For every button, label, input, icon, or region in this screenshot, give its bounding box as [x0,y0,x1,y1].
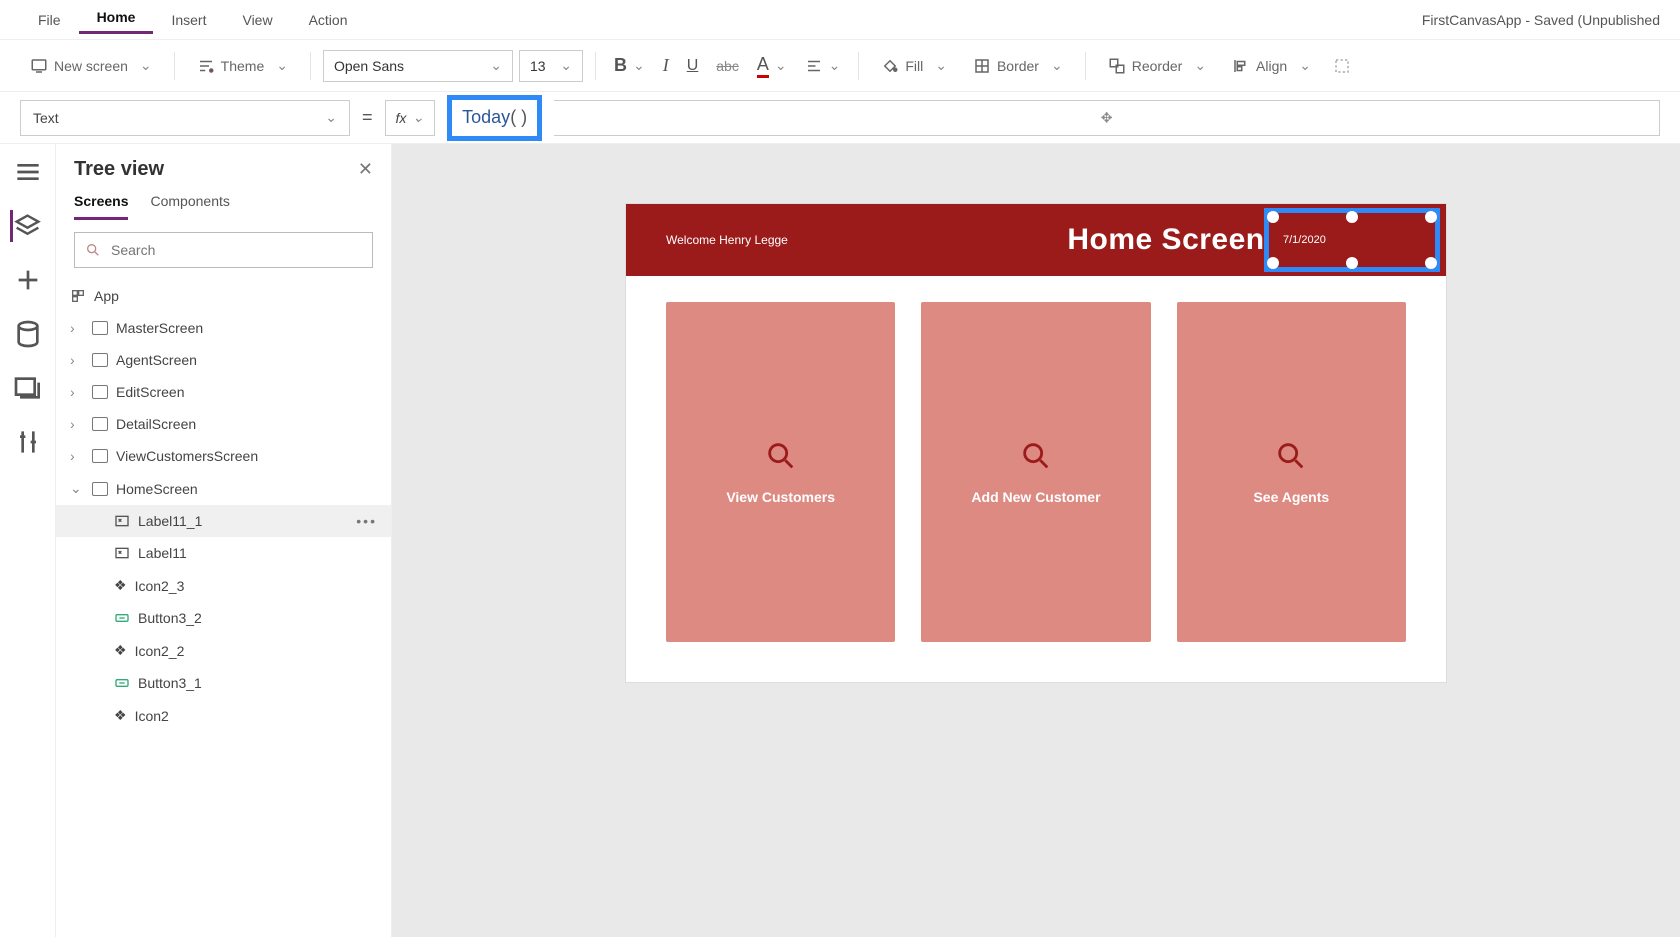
label-icon [114,545,130,561]
tree-item-label11[interactable]: Label11 [56,537,391,569]
button-icon [114,675,130,691]
border-button[interactable]: Border [963,53,1073,79]
tree-search-input[interactable] [109,241,362,259]
menu-home[interactable]: Home [79,5,154,34]
rail-data[interactable] [12,318,44,350]
align-objects-icon [1232,57,1250,75]
menu-insert[interactable]: Insert [153,8,224,32]
tree-screen-masterscreen[interactable]: ›MasterScreen [56,312,391,344]
group-button[interactable] [1327,53,1357,79]
app-title: FirstCanvasApp - Saved (Unpublished [1422,12,1660,28]
move-icon: ✥ [1101,109,1113,126]
rail-media[interactable] [12,372,44,404]
tree-screen-editscreen[interactable]: ›EditScreen [56,376,391,408]
reorder-button[interactable]: Reorder [1098,53,1216,79]
fx-button[interactable]: fx [385,100,436,136]
underline-button[interactable]: U [681,53,705,79]
selected-date-label[interactable]: 7/1/2020 [1264,208,1440,272]
font-select[interactable]: Open Sans [323,50,513,82]
theme-icon [197,57,215,75]
tree-screen-agentscreen[interactable]: ›AgentScreen [56,344,391,376]
font-size-select[interactable]: 13 [519,50,583,82]
formula-input-highlight[interactable]: Today( ) [447,95,542,141]
rail-insert[interactable] [12,264,44,296]
welcome-label: Welcome Henry Legge [626,233,886,247]
search-icon [85,242,101,258]
tree-panel: Tree view ✕ Screens Components App ›Mast… [56,144,392,937]
tab-screens[interactable]: Screens [74,193,128,220]
panel-close[interactable]: ✕ [358,159,373,180]
card-view-customers[interactable]: View Customers [666,302,895,642]
tree-item-label11-1[interactable]: Label11_1••• [56,505,391,537]
property-select[interactable]: Text [20,100,350,136]
canvas-area[interactable]: Welcome Henry Legge Home Screen 7/1/2020… [392,144,1680,937]
font-color-button[interactable]: A [751,50,793,82]
tab-components[interactable]: Components [150,193,229,220]
menu-view[interactable]: View [224,8,290,32]
more-icon[interactable]: ••• [356,513,377,529]
align-button[interactable]: Align [1222,53,1321,79]
tree-item-icon2[interactable]: ❖Icon2 [56,699,391,732]
search-icon [1019,439,1053,473]
menu-file[interactable]: File [20,8,79,32]
search-icon [1274,439,1308,473]
tree-screen-detailscreen[interactable]: ›DetailScreen [56,408,391,440]
menu-bar: File Home Insert View Action FirstCanvas… [0,0,1680,40]
reorder-icon [1108,57,1126,75]
button-icon [114,610,130,626]
formula-input[interactable]: ✥ [554,100,1660,136]
rail-tree[interactable] [10,210,42,242]
tree-item-button3-1[interactable]: Button3_1 [56,667,391,699]
rail-hamburger[interactable] [12,156,44,188]
tools-icon [12,426,44,458]
hamburger-icon [12,156,44,188]
tree: App ›MasterScreen ›AgentScreen ›EditScre… [56,280,391,937]
search-icon [764,439,798,473]
plus-icon [12,264,44,296]
tree-app[interactable]: App [56,280,391,312]
formula-bar: Text = fx Today( ) ✥ [0,92,1680,144]
tree-item-icon2-2[interactable]: ❖Icon2_2 [56,634,391,667]
database-icon [12,318,44,350]
tree-screen-homescreen[interactable]: ⌄HomeScreen [56,472,391,505]
rail-tools[interactable] [12,426,44,458]
menu-action[interactable]: Action [291,8,366,32]
strike-button[interactable]: abc [710,54,745,78]
border-icon [973,57,991,75]
tree-item-icon2-3[interactable]: ❖Icon2_3 [56,569,391,602]
card-add-customer[interactable]: Add New Customer [921,302,1150,642]
media-icon [12,372,44,404]
fill-icon [881,57,899,75]
group-icon [1333,57,1351,75]
icon-icon: ❖ [114,642,127,659]
equals-label: = [362,107,373,128]
italic-button[interactable]: I [657,51,675,80]
card-see-agents[interactable]: See Agents [1177,302,1406,642]
ribbon: New screen Theme Open Sans 13 B I U abc … [0,40,1680,92]
theme-button[interactable]: Theme [187,53,298,79]
screen-icon [30,57,48,75]
label-icon [114,513,130,529]
tree-search[interactable] [74,232,373,268]
bold-button[interactable]: B [608,51,651,80]
app-icon [70,288,86,304]
tree-item-button3-2[interactable]: Button3_2 [56,602,391,634]
tree-screen-viewcustomersscreen[interactable]: ›ViewCustomersScreen [56,440,391,472]
left-rail [0,144,56,937]
icon-icon: ❖ [114,707,127,724]
new-screen-button[interactable]: New screen [20,53,162,79]
app-canvas[interactable]: Welcome Henry Legge Home Screen 7/1/2020… [626,204,1446,682]
canvas-header: Welcome Henry Legge Home Screen 7/1/2020 [626,204,1446,276]
panel-title: Tree view [74,158,164,181]
align-icon [805,57,823,75]
fill-button[interactable]: Fill [871,53,957,79]
icon-icon: ❖ [114,577,127,594]
align-text-button[interactable] [799,53,847,79]
layers-icon [13,212,42,241]
cards-row: View Customers Add New Customer See Agen… [626,276,1446,682]
